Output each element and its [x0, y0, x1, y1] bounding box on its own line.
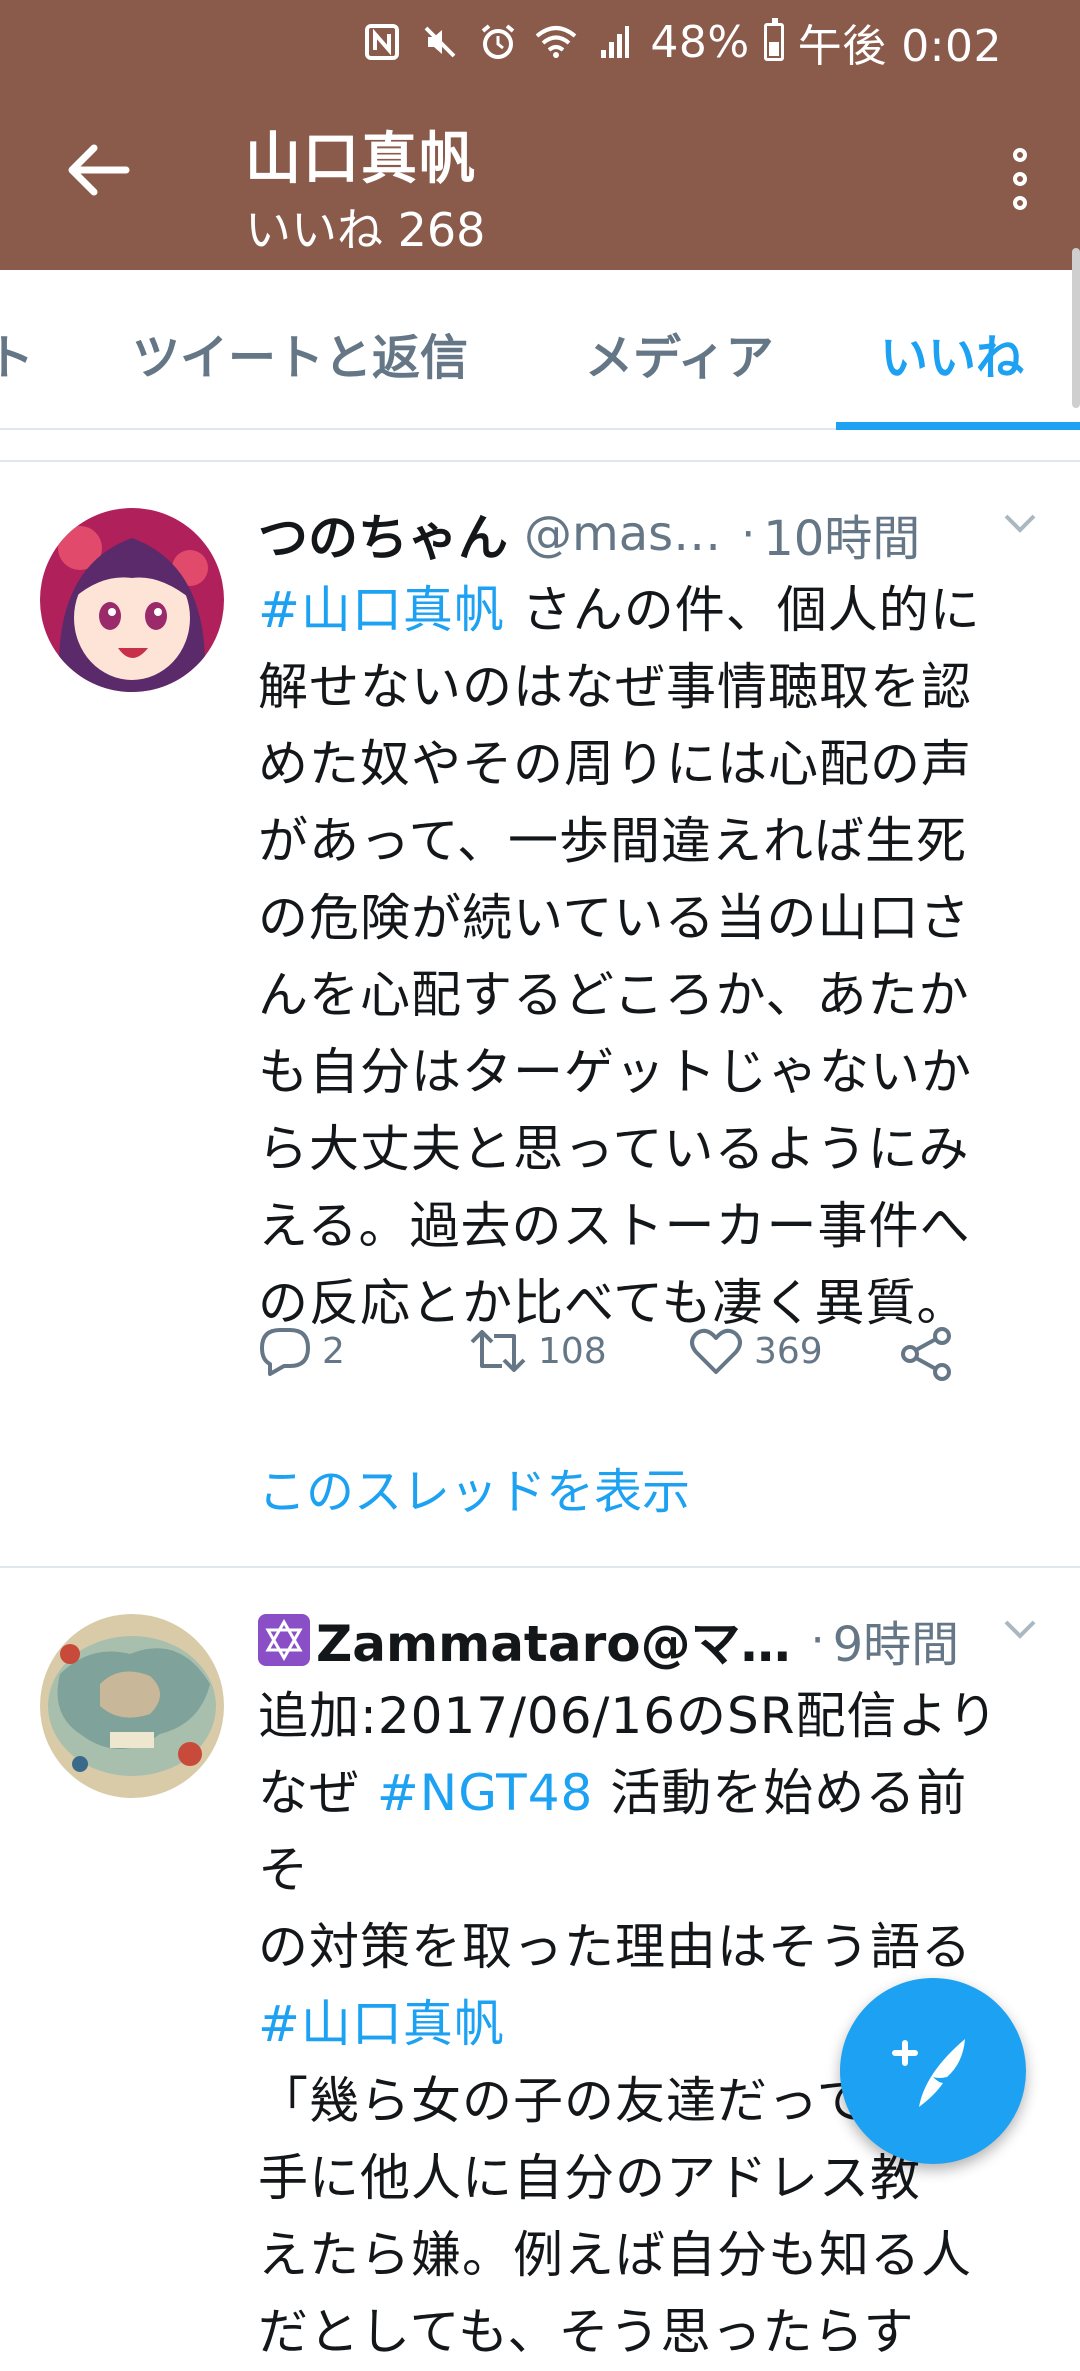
battery-icon: [763, 18, 784, 61]
mute-icon: [418, 20, 462, 64]
tweet-header: Zammataro@マ… · 9時間: [258, 1604, 1040, 1676]
more-options-button[interactable]: [990, 134, 1050, 224]
tweet-line: んを心配するどころか、あたか: [258, 966, 970, 1024]
tweet-text-segment: なぜ: [258, 1764, 377, 1822]
tweet-line: 追加:2017/06/16のSR配信より: [258, 1687, 999, 1745]
avatar[interactable]: [40, 1614, 224, 1798]
retweet-count: 108: [538, 1330, 607, 1372]
tweet-line: だとしても、そう思ったらす: [258, 2303, 915, 2361]
tweet-text-segment: さんの件、個人的に: [504, 581, 981, 639]
heart-icon: [690, 1328, 742, 1374]
tweet-line: ら大丈夫と思っているようにみ: [258, 1120, 970, 1178]
like-count: 369: [754, 1330, 823, 1372]
tweet-line: 解せないのはなぜ事情聴取を認: [258, 658, 972, 716]
dot-icon: [1013, 172, 1027, 186]
tweet-line: があって、一歩間違えれば生死: [258, 812, 967, 870]
chevron-down-icon[interactable]: [1000, 1614, 1040, 1644]
alarm-icon: [476, 20, 520, 64]
timestamp[interactable]: 9時間: [833, 1605, 960, 1675]
tab-media[interactable]: メディア: [585, 318, 774, 388]
show-thread-link[interactable]: このスレッドを表示: [258, 1452, 690, 1522]
chevron-down-icon[interactable]: [1000, 508, 1040, 538]
scrollbar[interactable]: [1072, 248, 1080, 408]
reply-icon: [260, 1328, 310, 1376]
nfc-icon: [360, 20, 404, 64]
retweet-button[interactable]: 108: [468, 1326, 607, 1376]
compose-tweet-button[interactable]: [840, 1978, 1026, 2164]
reply-count: 2: [322, 1330, 345, 1372]
signal-icon: [592, 20, 636, 64]
tab-tweets-and-replies[interactable]: ツイートと返信: [132, 318, 468, 388]
avatar[interactable]: [40, 508, 224, 692]
tweet-line: #山口真帆 さんの件、個人的に: [258, 572, 1018, 649]
hashtag-link[interactable]: #山口真帆: [258, 1995, 505, 2053]
tweet[interactable]: つのちゃん @mas… · 10時間 #山口真帆 さんの件、個人的に 解せないの…: [0, 462, 1080, 1568]
star-of-david-icon: [258, 1614, 310, 1666]
display-name[interactable]: つのちゃん: [258, 498, 508, 570]
tweet-actions: 2 108 369: [258, 1326, 1018, 1396]
dot-icon: [1013, 148, 1027, 162]
tab-tweets[interactable]: ト: [0, 318, 34, 388]
profile-title: 山口真帆: [245, 127, 477, 192]
clock: 午後 0:02: [797, 21, 1002, 72]
hashtag-link[interactable]: #NGT48: [377, 1764, 593, 1822]
dot-icon: [1013, 196, 1027, 210]
share-icon: [901, 1327, 951, 1381]
display-name[interactable]: Zammataro@マ…: [316, 1604, 791, 1676]
wifi-icon: [534, 20, 578, 64]
like-button[interactable]: 369: [688, 1326, 823, 1376]
separator-dot: ·: [810, 1614, 825, 1666]
back-button[interactable]: [58, 130, 138, 210]
tweet-line: えたら嫌。例えば自分も知る人: [258, 2226, 972, 2284]
tweet-line: える。過去のストーカー事件へ: [258, 1197, 971, 1255]
likes-count-subtitle: いいね 268: [245, 203, 486, 257]
app-bar: 山口真帆 いいね 268: [0, 84, 1080, 270]
profile-tabs: ト ツイートと返信 メディア いいね: [0, 270, 1080, 430]
reply-button[interactable]: 2: [258, 1326, 345, 1376]
battery-percent: 48%: [650, 16, 750, 68]
share-button[interactable]: [898, 1326, 954, 1382]
status-bar: 48% 午後 0:02: [0, 0, 1080, 84]
tab-likes[interactable]: いいね: [880, 318, 1024, 388]
retweet-icon: [470, 1330, 526, 1372]
tweet-text: #山口真帆 さんの件、個人的に 解せないのはなぜ事情聴取を認 めた奴やその周りに…: [258, 572, 1018, 1342]
compose-feather-icon: [892, 2039, 965, 2107]
timestamp[interactable]: 10時間: [763, 499, 920, 569]
tweet-line: の危険が続いている当の山口さ: [258, 889, 971, 947]
hashtag-link[interactable]: #山口真帆: [258, 581, 505, 639]
tweet-line: めた奴やその周りには心配の声: [258, 735, 972, 793]
tweet-line: の対策を取った理由はそう語る: [258, 1918, 972, 1976]
arrow-left-icon: [68, 144, 130, 196]
tweet-header: つのちゃん @mas… · 10時間: [258, 498, 1040, 570]
tweet-line: なぜ #NGT48 活動を始める前そ: [258, 1755, 1018, 1909]
separator-dot: ·: [741, 508, 756, 560]
tweet-line: も自分はターゲットじゃないか: [258, 1043, 972, 1101]
active-tab-indicator: [836, 422, 1080, 430]
username[interactable]: @mas…: [524, 506, 721, 562]
